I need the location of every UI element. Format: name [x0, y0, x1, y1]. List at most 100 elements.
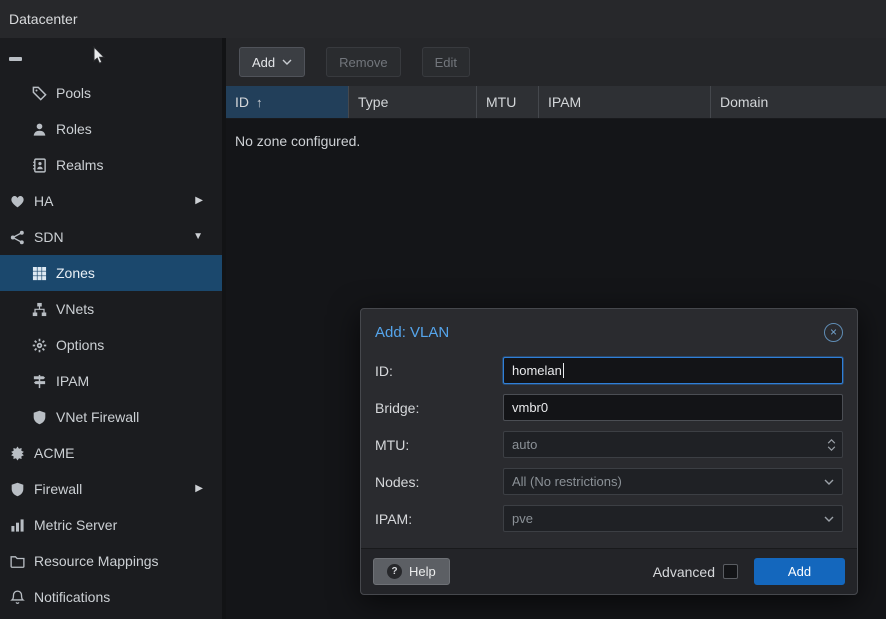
network-icon — [9, 229, 25, 245]
sidebar-item-vnet-firewall[interactable]: VNet Firewall — [0, 399, 222, 435]
sidebar-item-notifications[interactable]: Notifications — [0, 579, 222, 615]
edit-button[interactable]: Edit — [422, 47, 470, 77]
gear-icon — [31, 337, 47, 353]
chevron-right-icon[interactable]: ▶ — [195, 196, 203, 206]
sidebar-item-label: Resource Mappings — [34, 553, 159, 569]
proxmox-app: Datacenter Pools Roles Realms HA — [0, 0, 886, 619]
id-input[interactable]: homelan — [503, 357, 843, 384]
field-row-mtu: MTU: auto — [375, 431, 843, 458]
add-button-label: Add — [252, 55, 275, 70]
add-vlan-dialog: Add: VLAN × ID: homelan Bridge: MTU: aut… — [360, 308, 858, 595]
certificate-icon — [9, 445, 25, 461]
sidebar-item-metric-server[interactable]: Metric Server — [0, 507, 222, 543]
sidebar-item-firewall[interactable]: Firewall ▶ — [0, 471, 222, 507]
mouse-cursor — [93, 46, 106, 65]
spinner-up-icon[interactable] — [827, 439, 836, 444]
mtu-spinner[interactable]: auto — [503, 431, 843, 458]
sidebar-item-label: ACME — [34, 445, 74, 461]
add-button[interactable]: Add — [239, 47, 305, 77]
column-label: Type — [358, 94, 388, 110]
datacenter-title: Datacenter — [9, 11, 77, 27]
field-row-id: ID: homelan — [375, 357, 843, 384]
field-row-bridge: Bridge: — [375, 394, 843, 421]
help-button[interactable]: ? Help — [373, 558, 450, 585]
column-header-id[interactable]: ID ↑ — [226, 86, 349, 118]
chevron-down-icon[interactable]: ▼ — [193, 232, 203, 242]
sidebar-item-acme[interactable]: ACME — [0, 435, 222, 471]
field-row-nodes: Nodes: All (No restrictions) — [375, 468, 843, 495]
sidebar-item-label: Roles — [56, 121, 92, 137]
dialog-body: ID: homelan Bridge: MTU: auto — [361, 355, 857, 548]
ipam-select-value: pve — [512, 511, 533, 526]
column-header-domain[interactable]: Domain — [711, 86, 886, 118]
sidebar-item-label: Metric Server — [34, 517, 117, 533]
chevron-down-icon — [282, 59, 292, 65]
shield-icon — [9, 481, 25, 497]
heartbeat-icon — [9, 193, 25, 209]
column-header-mtu[interactable]: MTU — [477, 86, 539, 118]
topbar: Datacenter — [0, 0, 886, 38]
spinner-down-icon[interactable] — [827, 446, 836, 451]
advanced-checkbox[interactable] — [723, 564, 738, 579]
bridge-field-label: Bridge: — [375, 400, 503, 416]
vnet-icon — [31, 301, 47, 317]
chevron-right-icon[interactable]: ▶ — [195, 484, 203, 494]
folder-icon — [9, 553, 25, 569]
text-caret — [563, 363, 565, 378]
sidebar-item-vnets[interactable]: VNets — [0, 291, 222, 327]
nodes-select[interactable]: All (No restrictions) — [503, 468, 843, 495]
question-mark-icon: ? — [387, 564, 402, 579]
sidebar-item-label: Zones — [56, 265, 95, 281]
dialog-title: Add: VLAN — [375, 324, 824, 341]
sidebar-item-sdn[interactable]: SDN ▼ — [0, 219, 222, 255]
remove-button-label: Remove — [339, 55, 387, 70]
sidebar-item-zones[interactable]: Zones — [0, 255, 222, 291]
sidebar-item-label: Options — [56, 337, 104, 353]
sidebar-item-label: IPAM — [56, 373, 89, 389]
ipam-field-label: IPAM: — [375, 511, 503, 527]
empty-table-message: No zone configured. — [226, 119, 886, 163]
shield-icon — [31, 409, 47, 425]
dialog-add-button[interactable]: Add — [754, 558, 845, 585]
chevron-down-icon — [824, 516, 834, 522]
id-input-value: homelan — [512, 363, 562, 378]
advanced-label[interactable]: Advanced — [653, 564, 715, 580]
edit-button-label: Edit — [435, 55, 457, 70]
zones-toolbar: Add Remove Edit — [226, 38, 886, 86]
help-button-label: Help — [409, 564, 436, 579]
bell-icon — [9, 589, 25, 605]
address-book-icon — [31, 157, 47, 173]
column-label: ID — [235, 94, 249, 110]
mtu-spinner-value: auto — [512, 437, 537, 452]
zones-table-header: ID ↑ Type MTU IPAM Domain — [226, 86, 886, 119]
ipam-select[interactable]: pve — [503, 505, 843, 532]
sidebar-item-realms[interactable]: Realms — [0, 147, 222, 183]
sidebar-tree: Pools Roles Realms HA ▶ SDN ▼ — [0, 38, 226, 619]
column-header-type[interactable]: Type — [349, 86, 477, 118]
nodes-select-value: All (No restrictions) — [512, 474, 622, 489]
sidebar-item-label: SDN — [34, 229, 64, 245]
dialog-footer: ? Help Advanced Add — [361, 548, 857, 594]
close-icon[interactable]: × — [824, 323, 843, 342]
column-label: IPAM — [548, 94, 581, 110]
column-header-ipam[interactable]: IPAM — [539, 86, 711, 118]
sidebar-item-label: VNet Firewall — [56, 409, 139, 425]
sidebar-item-pools[interactable]: Pools — [0, 75, 222, 111]
sidebar-item-ipam[interactable]: IPAM — [0, 363, 222, 399]
sidebar-item-label: Realms — [56, 157, 103, 173]
sort-ascending-icon: ↑ — [256, 95, 263, 110]
field-row-ipam: IPAM: pve — [375, 505, 843, 532]
sidebar-item-ha[interactable]: HA ▶ — [0, 183, 222, 219]
nodes-field-label: Nodes: — [375, 474, 503, 490]
bar-chart-icon — [9, 517, 25, 533]
bridge-input[interactable] — [503, 394, 843, 421]
ipam-icon — [31, 373, 47, 389]
user-icon — [31, 121, 47, 137]
sidebar-item-resource-mappings[interactable]: Resource Mappings — [0, 543, 222, 579]
sidebar-item-options[interactable]: Options — [0, 327, 222, 363]
sidebar-item-roles[interactable]: Roles — [0, 111, 222, 147]
remove-button[interactable]: Remove — [326, 47, 400, 77]
sidebar-item-label: Pools — [56, 85, 91, 101]
sidebar-item-partial[interactable] — [0, 38, 222, 75]
mtu-field-label: MTU: — [375, 437, 503, 453]
